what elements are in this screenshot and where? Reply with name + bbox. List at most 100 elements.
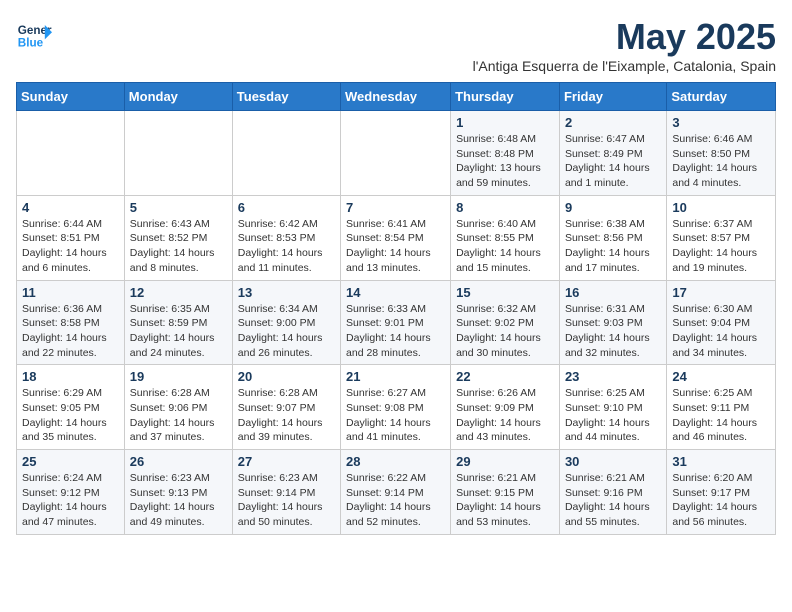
calendar-cell: 8 Sunrise: 6:40 AM Sunset: 8:55 PM Daylig… — [451, 195, 560, 280]
day-number: 29 — [456, 454, 554, 469]
svg-text:Blue: Blue — [18, 37, 44, 50]
calendar-cell: 11 Sunrise: 6:36 AM Sunset: 8:58 PM Dayli… — [17, 280, 125, 365]
calendar-table: SundayMondayTuesdayWednesdayThursdayFrid… — [16, 82, 776, 535]
day-number: 5 — [130, 200, 227, 215]
calendar-cell: 19 Sunrise: 6:28 AM Sunset: 9:06 PM Dayli… — [124, 365, 232, 450]
calendar-cell: 25 Sunrise: 6:24 AM Sunset: 9:12 PM Dayli… — [17, 450, 125, 535]
weekday-header-monday: Monday — [124, 83, 232, 111]
day-info: Sunrise: 6:29 AM Sunset: 9:05 PM Dayligh… — [22, 386, 119, 445]
calendar-cell: 23Sunrise: 6:25 AM Sunset: 9:10 PM Dayli… — [559, 365, 666, 450]
weekday-header-sunday: Sunday — [17, 83, 125, 111]
day-info: Sunrise: 6:23 AM Sunset: 9:13 PM Dayligh… — [130, 471, 227, 530]
calendar-cell: 17 Sunrise: 6:30 AM Sunset: 9:04 PM Dayli… — [667, 280, 776, 365]
day-info: Sunrise: 6:40 AM Sunset: 8:55 PM Dayligh… — [456, 217, 554, 276]
day-info: Sunrise: 6:28 AM Sunset: 9:07 PM Dayligh… — [238, 386, 335, 445]
day-info: Sunrise: 6:42 AM Sunset: 8:53 PM Dayligh… — [238, 217, 335, 276]
day-number: 23 — [565, 369, 661, 384]
day-info: Sunrise: 6:36 AM Sunset: 8:58 PM Dayligh… — [22, 302, 119, 361]
calendar-cell — [17, 111, 125, 196]
calendar-cell: 21 Sunrise: 6:27 AM Sunset: 9:08 PM Dayli… — [341, 365, 451, 450]
day-info: Sunrise: 6:41 AM Sunset: 8:54 PM Dayligh… — [346, 217, 445, 276]
day-info: Sunrise: 6:27 AM Sunset: 9:08 PM Dayligh… — [346, 386, 445, 445]
location-title: l'Antiga Esquerra de l'Eixample, Catalon… — [473, 58, 776, 74]
calendar-cell — [232, 111, 340, 196]
calendar-cell: 12 Sunrise: 6:35 AM Sunset: 8:59 PM Dayli… — [124, 280, 232, 365]
week-row-1: 1 Sunrise: 6:48 AM Sunset: 8:48 PM Daylig… — [17, 111, 776, 196]
day-info: Sunrise: 6:24 AM Sunset: 9:12 PM Dayligh… — [22, 471, 119, 530]
day-number: 3 — [672, 115, 770, 130]
calendar-cell: 4 Sunrise: 6:44 AM Sunset: 8:51 PM Daylig… — [17, 195, 125, 280]
calendar-cell: 30Sunrise: 6:21 AM Sunset: 9:16 PM Dayli… — [559, 450, 666, 535]
day-number: 1 — [456, 115, 554, 130]
day-number: 10 — [672, 200, 770, 215]
month-title: May 2025 — [473, 16, 776, 58]
day-number: 16 — [565, 285, 661, 300]
day-number: 14 — [346, 285, 445, 300]
day-number: 2 — [565, 115, 661, 130]
day-number: 26 — [130, 454, 227, 469]
day-number: 15 — [456, 285, 554, 300]
calendar-cell: 13Sunrise: 6:34 AM Sunset: 9:00 PM Dayli… — [232, 280, 340, 365]
day-info: Sunrise: 6:33 AM Sunset: 9:01 PM Dayligh… — [346, 302, 445, 361]
week-row-2: 4 Sunrise: 6:44 AM Sunset: 8:51 PM Daylig… — [17, 195, 776, 280]
day-info: Sunrise: 6:48 AM Sunset: 8:48 PM Dayligh… — [456, 132, 554, 191]
week-row-4: 18 Sunrise: 6:29 AM Sunset: 9:05 PM Dayli… — [17, 365, 776, 450]
calendar-cell: 18 Sunrise: 6:29 AM Sunset: 9:05 PM Dayli… — [17, 365, 125, 450]
day-info: Sunrise: 6:30 AM Sunset: 9:04 PM Dayligh… — [672, 302, 770, 361]
week-row-3: 11 Sunrise: 6:36 AM Sunset: 8:58 PM Dayli… — [17, 280, 776, 365]
calendar-cell: 27Sunrise: 6:23 AM Sunset: 9:14 PM Dayli… — [232, 450, 340, 535]
week-row-5: 25 Sunrise: 6:24 AM Sunset: 9:12 PM Dayli… — [17, 450, 776, 535]
day-number: 18 — [22, 369, 119, 384]
day-info: Sunrise: 6:35 AM Sunset: 8:59 PM Dayligh… — [130, 302, 227, 361]
day-number: 8 — [456, 200, 554, 215]
day-number: 31 — [672, 454, 770, 469]
weekday-header-friday: Friday — [559, 83, 666, 111]
day-info: Sunrise: 6:26 AM Sunset: 9:09 PM Dayligh… — [456, 386, 554, 445]
day-info: Sunrise: 6:21 AM Sunset: 9:15 PM Dayligh… — [456, 471, 554, 530]
day-info: Sunrise: 6:37 AM Sunset: 8:57 PM Dayligh… — [672, 217, 770, 276]
calendar-cell: 3Sunrise: 6:46 AM Sunset: 8:50 PM Daylig… — [667, 111, 776, 196]
day-number: 6 — [238, 200, 335, 215]
day-number: 28 — [346, 454, 445, 469]
calendar-cell: 9 Sunrise: 6:38 AM Sunset: 8:56 PM Daylig… — [559, 195, 666, 280]
day-info: Sunrise: 6:47 AM Sunset: 8:49 PM Dayligh… — [565, 132, 661, 191]
calendar-cell: 22Sunrise: 6:26 AM Sunset: 9:09 PM Dayli… — [451, 365, 560, 450]
logo-icon: General Blue — [16, 16, 52, 52]
day-info: Sunrise: 6:20 AM Sunset: 9:17 PM Dayligh… — [672, 471, 770, 530]
weekday-header-wednesday: Wednesday — [341, 83, 451, 111]
day-info: Sunrise: 6:28 AM Sunset: 9:06 PM Dayligh… — [130, 386, 227, 445]
calendar-cell: 15 Sunrise: 6:32 AM Sunset: 9:02 PM Dayli… — [451, 280, 560, 365]
day-number: 20 — [238, 369, 335, 384]
day-number: 21 — [346, 369, 445, 384]
calendar-cell: 29 Sunrise: 6:21 AM Sunset: 9:15 PM Dayli… — [451, 450, 560, 535]
day-info: Sunrise: 6:38 AM Sunset: 8:56 PM Dayligh… — [565, 217, 661, 276]
weekday-header-saturday: Saturday — [667, 83, 776, 111]
day-info: Sunrise: 6:21 AM Sunset: 9:16 PM Dayligh… — [565, 471, 661, 530]
day-info: Sunrise: 6:43 AM Sunset: 8:52 PM Dayligh… — [130, 217, 227, 276]
day-number: 19 — [130, 369, 227, 384]
day-info: Sunrise: 6:44 AM Sunset: 8:51 PM Dayligh… — [22, 217, 119, 276]
day-number: 11 — [22, 285, 119, 300]
calendar-cell: 2 Sunrise: 6:47 AM Sunset: 8:49 PM Daylig… — [559, 111, 666, 196]
calendar-cell: 28Sunrise: 6:22 AM Sunset: 9:14 PM Dayli… — [341, 450, 451, 535]
calendar-cell: 7 Sunrise: 6:41 AM Sunset: 8:54 PM Daylig… — [341, 195, 451, 280]
calendar-cell — [124, 111, 232, 196]
day-number: 7 — [346, 200, 445, 215]
day-number: 4 — [22, 200, 119, 215]
calendar-cell: 16Sunrise: 6:31 AM Sunset: 9:03 PM Dayli… — [559, 280, 666, 365]
calendar-cell: 24Sunrise: 6:25 AM Sunset: 9:11 PM Dayli… — [667, 365, 776, 450]
calendar-cell: 20 Sunrise: 6:28 AM Sunset: 9:07 PM Dayli… — [232, 365, 340, 450]
calendar-cell: 14 Sunrise: 6:33 AM Sunset: 9:01 PM Dayli… — [341, 280, 451, 365]
day-number: 17 — [672, 285, 770, 300]
title-block: May 2025 l'Antiga Esquerra de l'Eixample… — [473, 16, 776, 74]
day-number: 25 — [22, 454, 119, 469]
weekday-header-tuesday: Tuesday — [232, 83, 340, 111]
weekday-header-thursday: Thursday — [451, 83, 560, 111]
day-info: Sunrise: 6:23 AM Sunset: 9:14 PM Dayligh… — [238, 471, 335, 530]
day-info: Sunrise: 6:34 AM Sunset: 9:00 PM Dayligh… — [238, 302, 335, 361]
day-number: 9 — [565, 200, 661, 215]
day-number: 12 — [130, 285, 227, 300]
calendar-cell: 5 Sunrise: 6:43 AM Sunset: 8:52 PM Daylig… — [124, 195, 232, 280]
weekday-header-row: SundayMondayTuesdayWednesdayThursdayFrid… — [17, 83, 776, 111]
day-info: Sunrise: 6:32 AM Sunset: 9:02 PM Dayligh… — [456, 302, 554, 361]
